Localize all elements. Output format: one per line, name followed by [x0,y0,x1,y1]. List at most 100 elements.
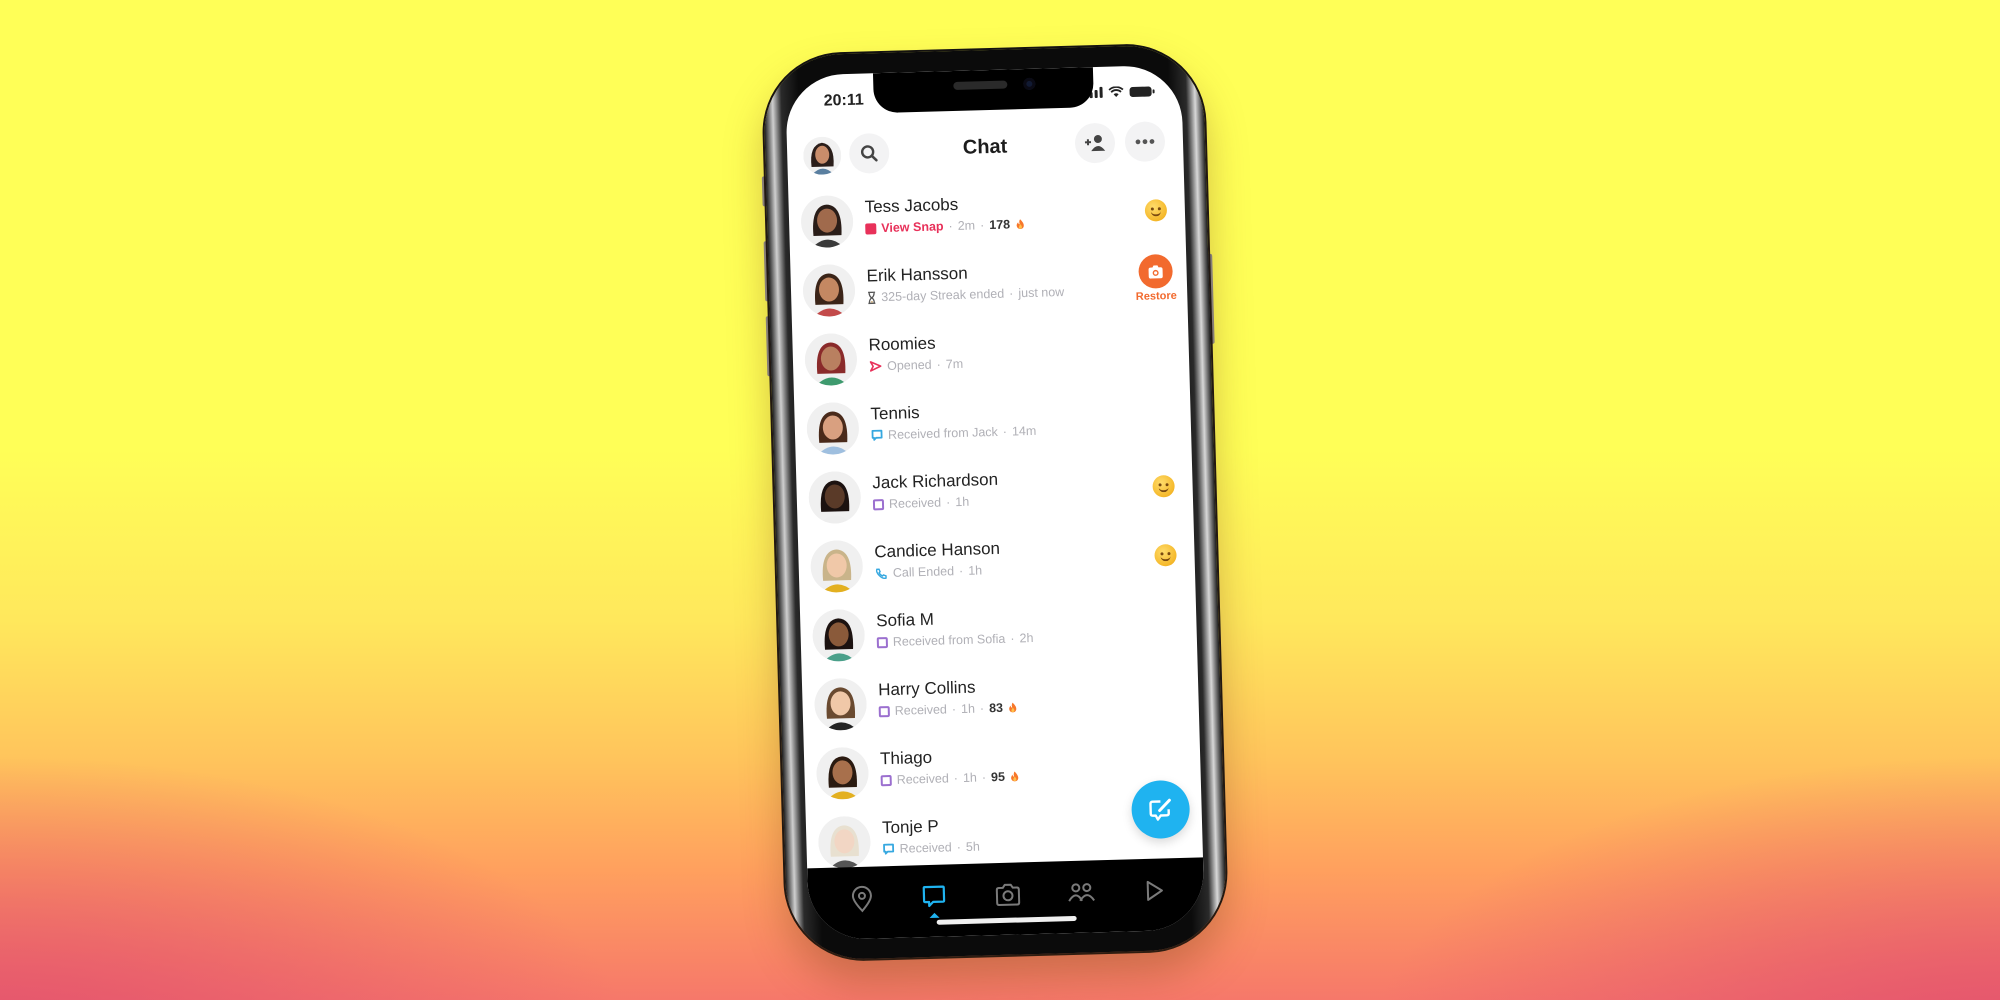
chat-status: 325-day Streak ended [881,286,1005,305]
friend-avatar[interactable] [817,815,872,870]
add-friend-icon [1084,134,1106,152]
chat-time: 1h [955,494,970,510]
friend-avatar[interactable] [800,194,854,249]
fire-icon [1010,770,1020,782]
chat-status: Received from Jack [887,424,998,442]
friend-emoji [1144,199,1168,222]
chat-text: Sofia M Received from Sofia · 2h [876,604,1137,649]
chat-name: Jack Richardson [872,469,999,493]
chat-row[interactable]: Tess Jacobs View Snap · 2m · 178 [788,177,1186,257]
chat-bubble-icon [882,843,895,855]
chat-status: Opened [886,357,932,373]
home-indicator[interactable] [936,915,1077,925]
more-options-button[interactable] [1124,121,1166,163]
streak-count: 83 [988,700,1004,716]
phone-mockup: 20:11 Chat Tess Jacobs View Snap · 2m · … [761,44,1228,961]
chat-status-line: Received · 1h · 95 [880,766,1141,787]
hourglass-icon [867,291,876,304]
tab-camera[interactable] [987,874,1028,915]
friend-avatar[interactable] [813,677,868,732]
add-friend-button[interactable] [1074,122,1116,164]
separator: · [945,495,951,510]
chat-status-line: Opened · 7m [869,352,1129,373]
restore-label: Restore [1135,289,1177,303]
wifi-icon [1108,86,1124,97]
chat-row[interactable]: Harry Collins Received · 1h · 83 [802,659,1200,739]
fire-icon [1015,218,1025,230]
map-pin-icon [851,885,872,913]
separator: · [956,840,962,855]
separator: · [1002,424,1008,439]
separator: · [979,701,985,716]
chat-status: View Snap [881,219,944,236]
restore-icon [1138,253,1174,289]
chat-time: 1h [962,770,978,785]
chat-icon [922,885,946,908]
chat-name: Candice Hanson [874,538,1001,562]
streak-count: 95 [990,769,1006,785]
chat-name: Tonje P [881,816,939,838]
chat-status: Received from Sofia [892,631,1006,649]
friend-avatar[interactable] [808,470,862,525]
chat-text: Erik Hansson 325-day Streak ended · just … [866,259,1127,304]
smile-emoji-icon [1154,543,1177,567]
chat-row[interactable]: Sofia M Received from Sofia · 2h [800,590,1198,670]
friend-avatar[interactable] [802,263,856,318]
chat-text: Tonje P Received · 5h [882,811,1143,856]
chat-list[interactable]: Tess Jacobs View Snap · 2m · 178 Erik Hans… [788,177,1203,871]
tab-chat[interactable] [913,876,954,917]
chat-text: Thiago Received · 1h · 95 [880,742,1141,787]
chat-bubble-icon [871,429,883,441]
chat-status-line: Call Ended · 1h [875,559,1135,580]
chat-status: Received [894,702,948,718]
friend-avatar[interactable] [806,401,860,456]
opened-arrow-icon [869,360,882,372]
smile-emoji-icon [1152,474,1175,498]
chat-row[interactable]: Candice Hanson Call Ended · 1h [798,521,1196,601]
separator: · [936,357,941,372]
smile-emoji-icon [1144,199,1168,222]
chat-status-line: Received from Sofia · 2h [876,628,1137,649]
chat-status-line: 325-day Streak ended · just now [867,283,1127,304]
tab-stories[interactable] [1061,872,1102,913]
chat-row[interactable]: Roomies Opened · 7m [792,315,1190,395]
separator: · [1008,286,1014,301]
chat-name: Sofia M [875,609,935,631]
page-title: Chat [962,135,1008,159]
chat-time: 1h [968,563,983,578]
friend-avatar[interactable] [815,746,870,801]
separator: · [981,770,987,785]
status-icons [1084,85,1152,99]
chat-time: 5h [965,839,980,854]
friend-avatar[interactable] [810,539,864,594]
phone-icon [875,567,888,580]
fire-icon [1008,701,1018,713]
chat-text: Jack Richardson Received · 1h [872,466,1133,511]
active-tab-indicator [929,912,940,918]
speaker [953,80,1008,90]
tab-spotlight[interactable] [1133,870,1174,911]
chat-time: just now [1018,284,1065,301]
new-chat-icon [1149,798,1171,821]
chat-row[interactable]: Tennis Received from Jack · 14m [794,384,1192,464]
received-snap-icon [880,774,892,786]
bottom-tab-bar [807,857,1205,941]
streak-count: 178 [989,217,1011,233]
friends-icon [1068,883,1095,902]
chat-text: Harry Collins Received · 1h · 83 [878,673,1139,718]
snap-unopened-icon [865,222,877,235]
friend-avatar[interactable] [804,332,858,387]
tab-map[interactable] [841,878,882,919]
chat-text: Tennis Received from Jack · 14m [870,397,1131,442]
chat-header: Chat [786,117,1183,184]
chat-row[interactable]: Jack Richardson Received · 1h [796,452,1194,532]
chat-row[interactable]: Erik Hansson 325-day Streak ended · just … [790,246,1188,326]
chat-time: 7m [945,356,964,372]
friend-avatar[interactable] [811,608,866,663]
chat-time: 2m [957,218,976,233]
chat-time: 1h [960,701,976,717]
restore-streak-button[interactable]: Restore [1132,253,1179,303]
front-camera [1023,77,1036,91]
chat-text: Tess Jacobs View Snap · 2m · 178 [864,190,1125,235]
chat-time: 14m [1011,423,1037,439]
